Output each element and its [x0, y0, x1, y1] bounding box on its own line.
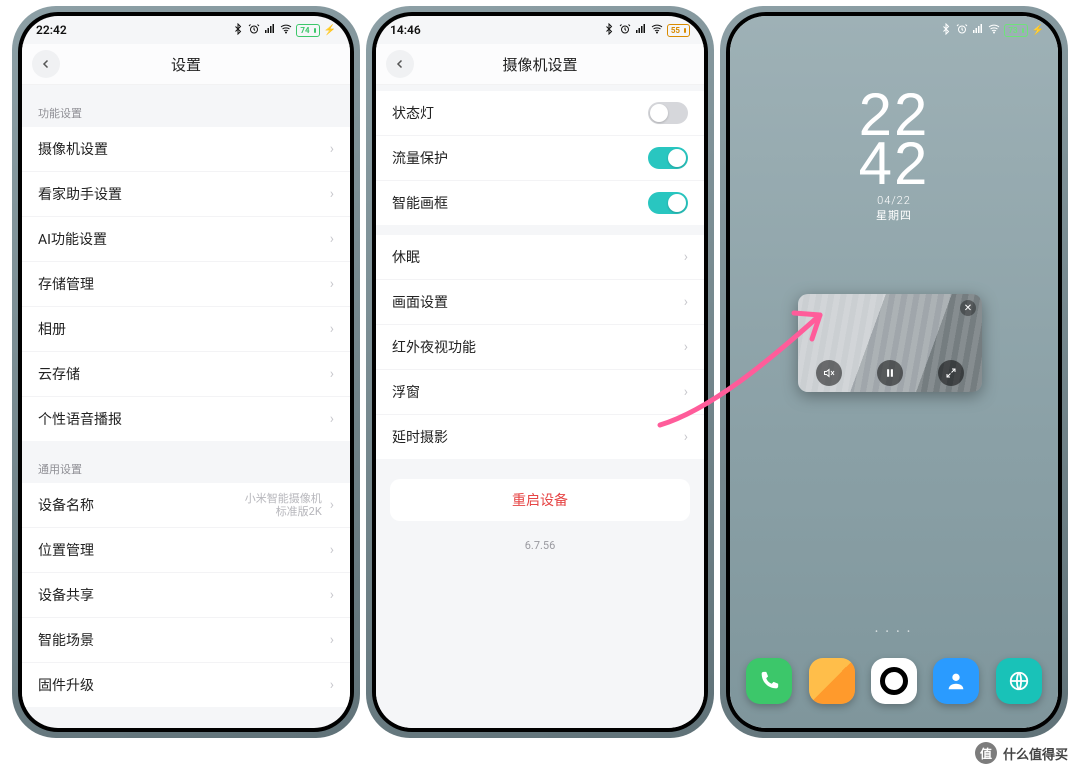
watermark: 值 什么值得买 — [975, 742, 1068, 764]
app-camera-icon[interactable] — [871, 658, 917, 704]
row-status-led: 状态灯 — [376, 91, 704, 136]
status-bar: 73 ⚡ — [730, 16, 1058, 44]
row-ai-settings[interactable]: AI功能设置› — [22, 217, 350, 262]
pip-camera-window[interactable]: ✕ — [798, 294, 982, 392]
phone-frame-3: 73 ⚡ 22 42 04/22 星期四 ✕ — [720, 6, 1068, 738]
chevron-right-icon: › — [330, 497, 334, 513]
header: 摄像机设置 — [376, 44, 704, 85]
chevron-right-icon: › — [330, 276, 334, 292]
chevron-right-icon: › — [684, 384, 688, 400]
signal-icon — [264, 23, 276, 38]
back-button[interactable] — [386, 50, 414, 78]
app-notes-icon[interactable] — [809, 658, 855, 704]
app-phone-icon[interactable] — [746, 658, 792, 704]
wifi-icon — [651, 23, 663, 38]
row-nightvision[interactable]: 红外夜视功能› — [376, 325, 704, 370]
row-home-guard[interactable]: 看家助手设置› — [22, 172, 350, 217]
toggle-data-saver[interactable] — [648, 147, 688, 169]
charging-icon: ⚡ — [1032, 25, 1044, 36]
chevron-right-icon: › — [330, 632, 334, 648]
chevron-right-icon: › — [684, 429, 688, 445]
row-cloud[interactable]: 云存储› — [22, 352, 350, 397]
page-indicator: • • • • — [730, 627, 1058, 636]
row-album[interactable]: 相册› — [22, 307, 350, 352]
status-bar: 14:46 55 — [376, 16, 704, 44]
row-voice[interactable]: 个性语音播报› — [22, 397, 350, 441]
clock-widget: 22 42 04/22 星期四 — [730, 90, 1058, 223]
chevron-right-icon: › — [330, 677, 334, 693]
charging-icon: ⚡ — [324, 25, 336, 36]
chevron-right-icon: › — [684, 294, 688, 310]
alarm-icon — [248, 23, 260, 38]
row-smart-scene[interactable]: 智能场景› — [22, 618, 350, 663]
row-display[interactable]: 画面设置› — [376, 280, 704, 325]
row-firmware[interactable]: 固件升级› — [22, 663, 350, 707]
header: 设置 — [22, 44, 350, 85]
app-browser-icon[interactable] — [996, 658, 1042, 704]
app-contacts-icon[interactable] — [933, 658, 979, 704]
status-icons: 73 ⚡ — [940, 23, 1044, 38]
status-icons: 55 — [603, 23, 690, 38]
row-storage[interactable]: 存储管理› — [22, 262, 350, 307]
alarm-icon — [619, 23, 631, 38]
row-location[interactable]: 位置管理› — [22, 528, 350, 573]
home-screen[interactable]: 73 ⚡ 22 42 04/22 星期四 ✕ — [730, 16, 1058, 728]
section-header: 功能设置 — [22, 95, 350, 127]
version-text: 6.7.56 — [390, 539, 690, 552]
chevron-right-icon: › — [330, 587, 334, 603]
watermark-text: 什么值得买 — [1003, 744, 1068, 763]
chevron-right-icon: › — [330, 411, 334, 427]
pip-close-button[interactable]: ✕ — [960, 300, 976, 316]
clock: 14:46 — [390, 23, 421, 37]
alarm-icon — [956, 23, 968, 38]
watermark-badge-icon: 值 — [975, 742, 997, 764]
bluetooth-icon — [940, 23, 952, 38]
page-title: 设置 — [171, 54, 201, 75]
battery-icon: 73 — [1004, 24, 1027, 37]
toggle-smart-frame[interactable] — [648, 192, 688, 214]
back-button[interactable] — [32, 50, 60, 78]
phone-frame-2: 14:46 55 摄像机设置 状态灯 流量保护 智能画框 — [366, 6, 714, 738]
wifi-icon — [280, 23, 292, 38]
device-name-value: 小米智能摄像机标准版2K — [245, 492, 322, 518]
pip-pause-button[interactable] — [877, 360, 903, 386]
phone-frame-1: 22:42 74 ⚡ — [12, 6, 360, 738]
section-header: 通用设置 — [22, 451, 350, 483]
dock — [730, 658, 1058, 704]
row-device-name[interactable]: 设备名称 小米智能摄像机标准版2K › — [22, 483, 350, 528]
chevron-right-icon: › — [330, 231, 334, 247]
clock: 22:42 — [36, 23, 67, 37]
row-smart-frame: 智能画框 — [376, 181, 704, 225]
bluetooth-icon — [232, 23, 244, 38]
row-pip[interactable]: 浮窗› — [376, 370, 704, 415]
battery-icon: 74 — [296, 24, 319, 37]
chevron-right-icon: › — [684, 339, 688, 355]
row-data-saver: 流量保护 — [376, 136, 704, 181]
pip-expand-button[interactable] — [938, 360, 964, 386]
bluetooth-icon — [603, 23, 615, 38]
chevron-right-icon: › — [330, 542, 334, 558]
pip-mute-button[interactable] — [816, 360, 842, 386]
chevron-right-icon: › — [330, 186, 334, 202]
signal-icon — [635, 23, 647, 38]
toggle-status-led[interactable] — [648, 102, 688, 124]
chevron-right-icon: › — [330, 141, 334, 157]
battery-icon: 55 — [667, 24, 690, 37]
row-sleep[interactable]: 休眠› — [376, 235, 704, 280]
status-icons: 74 ⚡ — [232, 23, 336, 38]
restart-device-button[interactable]: 重启设备 — [390, 479, 690, 521]
row-timelapse[interactable]: 延时摄影› — [376, 415, 704, 459]
chevron-right-icon: › — [684, 249, 688, 265]
row-share[interactable]: 设备共享› — [22, 573, 350, 618]
chevron-right-icon: › — [330, 366, 334, 382]
wifi-icon — [988, 23, 1000, 38]
status-bar: 22:42 74 ⚡ — [22, 16, 350, 44]
row-camera-settings[interactable]: 摄像机设置› — [22, 127, 350, 172]
signal-icon — [972, 23, 984, 38]
page-title: 摄像机设置 — [502, 54, 577, 75]
chevron-right-icon: › — [330, 321, 334, 337]
